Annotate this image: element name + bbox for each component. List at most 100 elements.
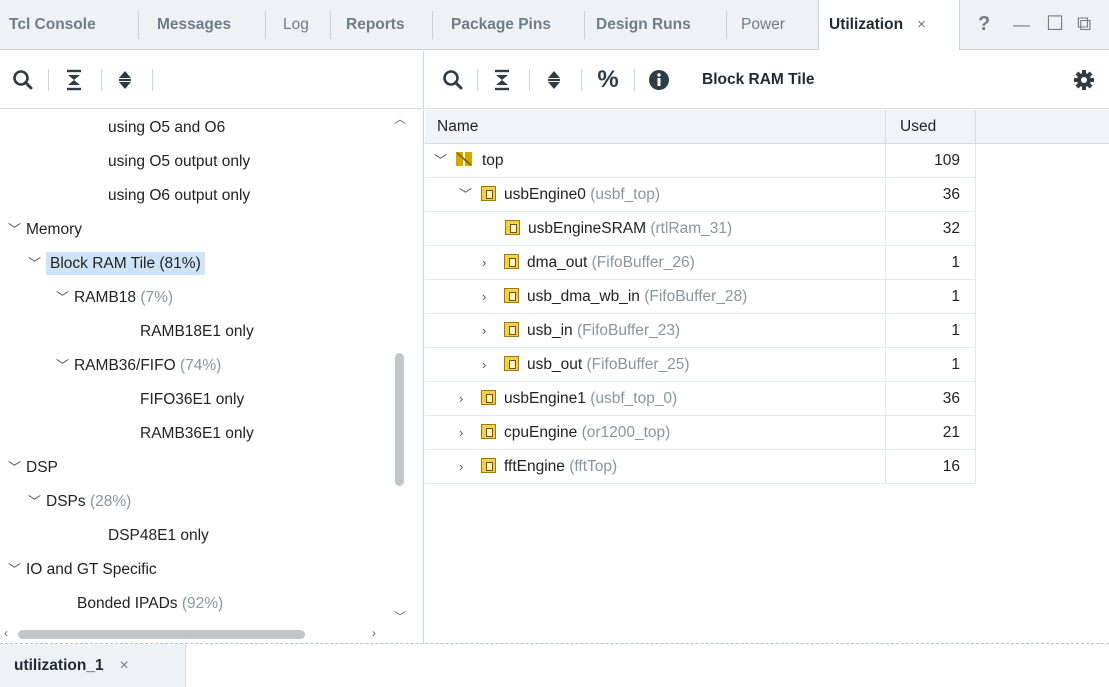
vertical-scrollbar[interactable]: ︿ ﹀ (392, 110, 406, 643)
tree-item-block-ram-tile[interactable]: ﹀ Block RAM Tile (81%) (28, 247, 205, 281)
row-used: 36 (886, 178, 976, 212)
row-module-type: (usbf_top) (590, 186, 660, 203)
chevron-down-icon[interactable]: ﹀ (8, 451, 26, 485)
module-icon (481, 458, 496, 473)
tab-divider (726, 11, 727, 39)
minimize-icon[interactable]: — (1013, 0, 1030, 49)
tab-close-icon[interactable]: × (917, 16, 926, 33)
tree-item-ramb36-fifo[interactable]: ﹀ RAMB36/FIFO (74%) (56, 349, 221, 383)
chevron-down-icon[interactable]: ﹀ (56, 281, 74, 315)
chevron-down-icon[interactable]: ﹀ (8, 553, 26, 587)
search-icon[interactable] (438, 65, 468, 95)
percent-icon[interactable]: % (593, 65, 623, 95)
column-header-used[interactable]: Used (886, 110, 976, 144)
chevron-right-icon[interactable]: › (459, 450, 481, 484)
gear-icon[interactable] (1069, 65, 1099, 95)
scrollbar-thumb[interactable] (18, 630, 305, 639)
info-icon[interactable] (644, 65, 674, 95)
collapse-all-icon[interactable] (59, 65, 89, 95)
row-used: 36 (886, 382, 976, 416)
tree-item[interactable]: FIFO36E1 only (140, 383, 244, 417)
table-row[interactable]: › fftEngine (fftTop) 16 (425, 450, 976, 484)
chevron-down-icon[interactable]: ﹀ (28, 485, 46, 519)
row-module-type: (fftTop) (569, 458, 618, 475)
tab-label: utilization_1 (14, 657, 104, 674)
tab-power[interactable]: Power (741, 0, 785, 49)
chevron-down-icon[interactable]: ﹀ (8, 213, 26, 247)
table-row[interactable]: › usb_in (FifoBuffer_23) 1 (425, 314, 976, 348)
scroll-down-icon[interactable]: ﹀ (394, 608, 406, 625)
tree-item[interactable]: DSP48E1 only (108, 519, 209, 553)
row-used: 1 (886, 314, 976, 348)
chevron-right-icon[interactable]: › (459, 416, 481, 450)
column-header-name[interactable]: Name (425, 110, 886, 144)
scroll-left-icon[interactable]: ‹ (4, 626, 8, 640)
tab-messages[interactable]: Messages (157, 0, 231, 49)
chevron-right-icon[interactable]: › (482, 314, 504, 348)
row-module-type: (rtlRam_31) (650, 220, 733, 237)
row-module-type: (FifoBuffer_25) (586, 356, 690, 373)
row-module-type: (FifoBuffer_26) (591, 254, 695, 271)
chevron-right-icon[interactable]: › (482, 348, 504, 382)
tab-utilization-1[interactable]: utilization_1 × (0, 644, 186, 687)
float-window-icon[interactable]: ⧉ (1077, 0, 1091, 49)
tab-log[interactable]: Log (283, 0, 309, 49)
module-icon (505, 220, 520, 235)
row-name: usbEngine1 (504, 390, 586, 407)
tab-utilization[interactable]: Utilization × (818, 0, 960, 50)
tree-item[interactable]: using O5 and O6 (108, 111, 225, 145)
tree-item-ramb18[interactable]: ﹀ RAMB18 (7%) (56, 281, 173, 315)
right-toolbar: % Block RAM Tile (425, 51, 1109, 109)
tree-item-dsp[interactable]: ﹀ DSP (8, 451, 58, 485)
table-row[interactable]: usbEngineSRAM (rtlRam_31) 32 (425, 212, 976, 246)
tree-item-io-gt[interactable]: ﹀ IO and GT Specific (8, 553, 157, 587)
chevron-down-icon[interactable]: ﹀ (56, 349, 74, 383)
chevron-down-icon[interactable]: ﹀ (434, 144, 456, 178)
row-module-type: (usbf_top_0) (590, 390, 678, 407)
expand-all-icon[interactable] (539, 65, 569, 95)
maximize-icon[interactable]: ☐ (1046, 0, 1064, 49)
tree-item[interactable]: RAMB18E1 only (140, 315, 254, 349)
tab-package-pins[interactable]: Package Pins (451, 0, 551, 49)
toolbar-divider (48, 69, 49, 91)
help-icon[interactable]: ? (978, 0, 990, 49)
close-icon[interactable]: × (120, 657, 129, 674)
chevron-right-icon[interactable]: › (459, 382, 481, 416)
table-row[interactable]: › cpuEngine (or1200_top) 21 (425, 416, 976, 450)
scrollbar-thumb[interactable] (395, 353, 404, 486)
table-row[interactable]: › usb_out (FifoBuffer_25) 1 (425, 348, 976, 382)
horizontal-scrollbar[interactable]: ‹ › (0, 625, 392, 643)
hierarchy-table-pane: Name Used ﹀ top 109 ﹀ usbEngine0 (usbf_top… (425, 110, 1109, 643)
chevron-right-icon[interactable]: › (482, 280, 504, 314)
row-module-type: (or1200_top) (581, 424, 671, 441)
tree-item[interactable]: RAMB36E1 only (140, 417, 254, 451)
module-icon (481, 390, 496, 405)
tree-item-memory[interactable]: ﹀ Memory (8, 213, 82, 247)
row-name: usb_dma_wb_in (527, 288, 640, 305)
search-icon[interactable] (8, 65, 38, 95)
scroll-up-icon[interactable]: ︿ (394, 110, 406, 127)
column-header-filler (976, 110, 1109, 144)
chevron-down-icon[interactable]: ﹀ (28, 247, 46, 281)
tab-design-runs[interactable]: Design Runs (596, 0, 691, 49)
tree-item[interactable]: using O5 output only (108, 145, 250, 179)
row-module-type: (FifoBuffer_28) (644, 288, 748, 305)
table-row[interactable]: › dma_out (FifoBuffer_26) 1 (425, 246, 976, 280)
chevron-down-icon[interactable]: ﹀ (459, 178, 481, 212)
tab-reports[interactable]: Reports (346, 0, 405, 49)
table-row[interactable]: ﹀ top 109 (425, 144, 976, 178)
collapse-all-icon[interactable] (487, 65, 517, 95)
tree-item-dsps[interactable]: ﹀ DSPs (28%) (28, 485, 131, 519)
tree-item[interactable]: using O6 output only (108, 179, 250, 213)
tree-item[interactable]: Bonded IPADs (92%) (77, 587, 223, 621)
tab-divider (138, 11, 139, 39)
row-name: usb_out (527, 356, 583, 373)
expand-all-icon[interactable] (110, 65, 140, 95)
tab-tcl-console[interactable]: Tcl Console (9, 0, 96, 49)
scroll-right-icon[interactable]: › (372, 626, 376, 640)
table-row[interactable]: ﹀ usbEngine0 (usbf_top) 36 (425, 178, 976, 212)
table-row[interactable]: › usb_dma_wb_in (FifoBuffer_28) 1 (425, 280, 976, 314)
chevron-right-icon[interactable]: › (482, 246, 504, 280)
table-row[interactable]: › usbEngine1 (usbf_top_0) 36 (425, 382, 976, 416)
module-icon (481, 186, 496, 201)
